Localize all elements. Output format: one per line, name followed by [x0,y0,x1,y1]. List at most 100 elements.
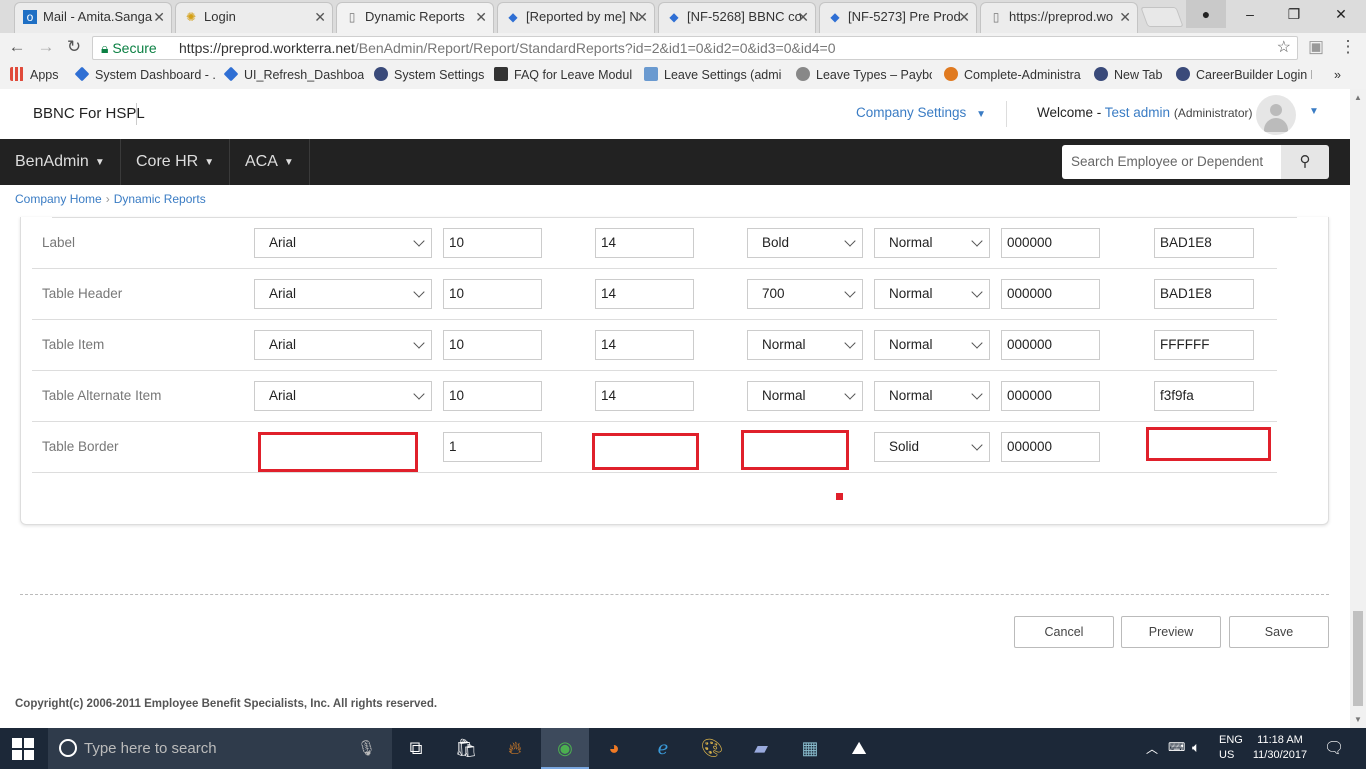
search-button[interactable]: ⚲ [1281,145,1329,179]
browser-tab-active[interactable]: ▯ Dynamic Reports ✕ [336,2,494,33]
browser-tab[interactable]: ◆ [Reported by me] N ✕ [497,2,655,33]
font-size-input[interactable]: 10 [443,381,542,411]
font-family-select[interactable]: Arial [254,381,432,411]
nav-item-core-hr[interactable]: Core HR ▼ [121,139,230,185]
border-color-input[interactable]: 000000 [1001,432,1100,462]
more-bookmarks-icon[interactable]: » [1334,61,1348,89]
company-settings-menu[interactable]: Company Settings ▼ [856,105,986,120]
browser-tab[interactable]: ◆ [NF-5268] BBNC co ✕ [658,2,816,33]
page-scrollbar[interactable]: ▲ ▼ [1350,89,1366,728]
avatar[interactable] [1256,95,1296,135]
background-color-input[interactable]: BAD1E8 [1154,279,1254,309]
close-tab-icon[interactable]: ✕ [1119,3,1131,31]
photos-icon[interactable]: ⛰︎ [835,728,883,769]
font-color-input[interactable]: 000000 [1001,279,1100,309]
font-color-input[interactable]: 000000 [1001,330,1100,360]
network-icon[interactable]: ⌨︎ [1168,740,1185,754]
bookmark-item[interactable]: Leave Types – Payboy [796,61,932,89]
line-height-input[interactable]: 14 [595,228,694,258]
close-tab-icon[interactable]: ✕ [314,3,326,31]
breadcrumb-dynamic-reports[interactable]: Dynamic Reports [114,192,206,206]
font-style-select[interactable]: Normal [874,279,990,309]
clock[interactable]: 11:18 AM 11/30/2017 [1244,733,1316,763]
font-size-input[interactable]: 10 [443,228,542,258]
bookmark-star-icon[interactable]: ☆ [1277,37,1291,59]
line-height-input[interactable]: 14 [595,279,694,309]
language-indicator[interactable]: ENG US [1219,733,1243,763]
bookmark-item[interactable]: UI_Refresh_Dashboar [224,61,364,89]
nav-item-aca[interactable]: ACA ▼ [230,139,310,185]
font-size-input[interactable]: 10 [443,279,542,309]
paint-icon[interactable]: 🎨︎ [688,728,736,769]
firefox-icon[interactable]: ◕ [590,728,638,769]
nav-item-benadmin[interactable]: BenAdmin ▼ [0,139,121,185]
store-icon[interactable]: 🛍︎ [442,728,490,769]
font-weight-select[interactable]: Normal [747,330,863,360]
secure-badge[interactable]: 🔒︎ Secure [101,37,157,59]
close-tab-icon[interactable]: ✕ [636,3,648,31]
url-input[interactable]: 🔒︎ Secure https://preprod.workterra.net/… [92,36,1298,60]
calculator-icon[interactable]: ▦ [786,728,834,769]
back-icon[interactable]: ← [7,37,27,57]
font-family-select[interactable]: Arial [254,279,432,309]
browser-tab[interactable]: ✺ Login ✕ [175,2,333,33]
task-view-icon[interactable]: ⧉ [392,728,440,769]
font-weight-select[interactable]: 700 [747,279,863,309]
bookmark-item[interactable]: New Tab [1094,61,1166,89]
maximize-icon[interactable]: ❐ [1272,0,1316,28]
breadcrumb-company-home[interactable]: Company Home [15,192,102,206]
scrollbar-thumb[interactable] [1353,611,1363,706]
company-brand[interactable]: BBNC For HSPL [33,105,145,122]
font-style-select[interactable]: Normal [874,381,990,411]
profile-icon[interactable]: ● [1186,0,1226,28]
save-button[interactable]: Save [1229,616,1329,648]
reload-icon[interactable]: ↻ [64,37,84,57]
border-style-select[interactable]: Solid [874,432,990,462]
font-style-select[interactable]: Normal [874,228,990,258]
browser-tab[interactable]: ▯ https://preprod.wo ✕ [980,2,1138,33]
internet-explorer-icon[interactable]: ℯ [639,728,687,769]
background-color-input[interactable]: f3f9fa [1154,381,1254,411]
bookmark-item[interactable]: FAQ for Leave Modul [494,61,632,89]
close-tab-icon[interactable]: ✕ [475,3,487,31]
font-size-input[interactable]: 10 [443,330,542,360]
background-color-input[interactable]: FFFFFF [1154,330,1254,360]
browser-tab[interactable]: o Mail - Amita.Sanga ✕ [14,2,172,33]
chrome-icon[interactable]: ◉ [541,728,589,769]
menu-icon[interactable]: ⋮ [1338,37,1358,57]
font-color-input[interactable]: 000000 [1001,228,1100,258]
windows-start-icon[interactable] [12,738,34,760]
user-menu-chevron-icon[interactable]: ▼ [1309,106,1319,117]
border-width-input[interactable]: 1 [443,432,542,462]
close-tab-icon[interactable]: ✕ [797,3,809,31]
chevron-up-icon[interactable]: ︿ [1146,740,1158,757]
bookmark-apps[interactable]: Apps [10,61,66,89]
font-weight-select[interactable]: Normal [747,381,863,411]
taskbar-search-input[interactable]: Type here to search 🎙︎ [48,728,392,769]
background-color-input[interactable]: BAD1E8 [1154,228,1254,258]
extension-icon[interactable]: ▣ [1306,37,1326,57]
app-flame-icon[interactable]: 🔥︎ [491,728,539,769]
font-color-input[interactable]: 000000 [1001,381,1100,411]
font-weight-select[interactable]: Bold [747,228,863,258]
volume-icon[interactable]: 🔈︎ [1192,739,1200,756]
font-style-select[interactable]: Normal [874,330,990,360]
notepad-icon[interactable]: ▰ [737,728,785,769]
cancel-button[interactable]: Cancel [1014,616,1114,648]
employee-search-input[interactable]: Search Employee or Dependent [1062,145,1281,179]
minimize-icon[interactable]: – [1228,0,1272,28]
browser-tab[interactable]: ◆ [NF-5273] Pre Prod ✕ [819,2,977,33]
forward-icon[interactable]: → [36,37,56,57]
microphone-icon[interactable]: 🎙︎ [357,728,376,769]
preview-button[interactable]: Preview [1121,616,1221,648]
close-window-icon[interactable]: ✕ [1316,0,1366,28]
bookmark-item[interactable]: CareerBuilder Login F [1176,61,1312,89]
font-family-select[interactable]: Arial [254,330,432,360]
bookmark-item[interactable]: Leave Settings (admi [644,61,784,89]
notifications-icon[interactable]: 🗨︎ [1324,738,1344,758]
bookmark-item[interactable]: System Dashboard - . [75,61,215,89]
font-family-select[interactable]: Arial [254,228,432,258]
new-tab-button[interactable] [1140,7,1184,27]
line-height-input[interactable]: 14 [595,330,694,360]
scroll-up-icon[interactable]: ▲ [1354,93,1362,102]
